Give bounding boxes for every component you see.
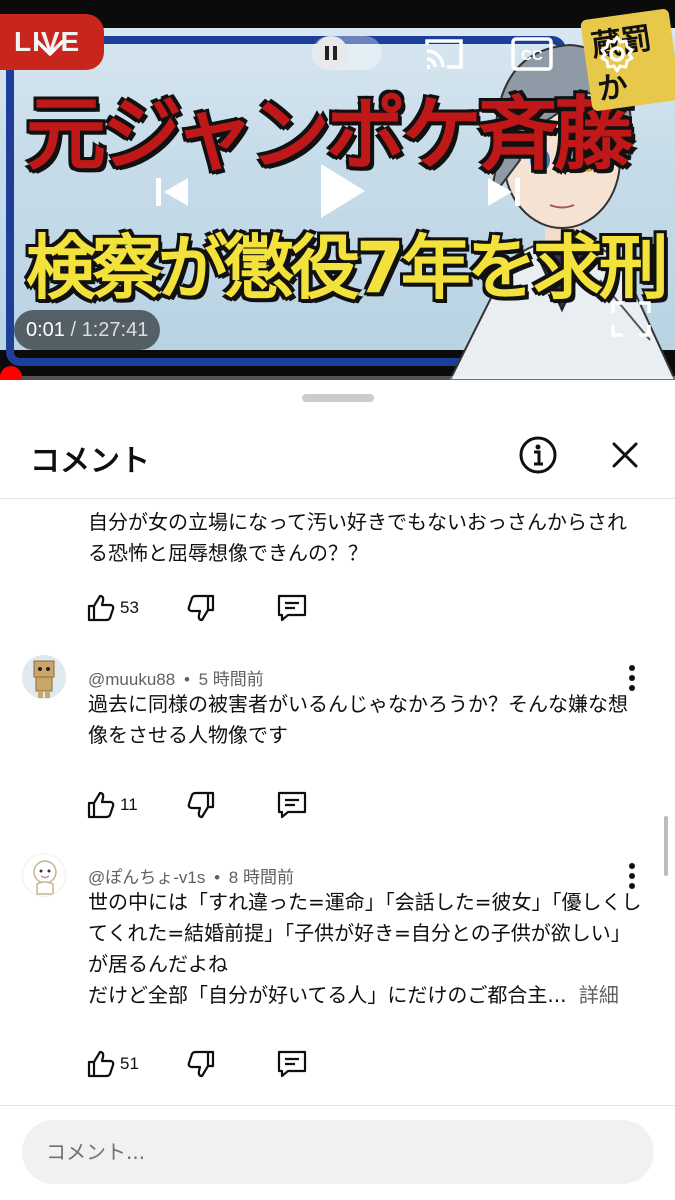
comment-text-line: てくれた=結婚前提」「子供が好き=自分との子供が欲しい」 [88, 921, 631, 945]
thumbs-down-icon [187, 1050, 215, 1078]
svg-text:CC: CC [521, 47, 543, 64]
reply-button[interactable] [276, 1049, 308, 1079]
read-more-link[interactable]: 詳細 [579, 983, 619, 1007]
comment-time: 8 時間前 [228, 868, 294, 887]
dislike-button[interactable] [186, 790, 216, 820]
captions-icon: CC [511, 37, 553, 71]
comment-actions: 11 [86, 790, 346, 824]
autoplay-toggle[interactable] [312, 36, 382, 70]
input-divider [0, 1105, 675, 1106]
pause-icon [325, 46, 337, 60]
danbo-avatar-icon [22, 655, 66, 699]
comment-meta: @muuku88 • 5 時間前 [88, 665, 264, 690]
comment-text-line-last: だけど全部「自分が好いてる人」にだけのご都合主... 詳細 [88, 980, 648, 1011]
monkey-avatar-icon [33, 860, 57, 895]
total-time: 1:27:41 [81, 318, 149, 341]
comment-text-line: 世の中には「すれ違った=運命」「会話した=彼女」「優しくし [88, 890, 642, 914]
current-time: 0:01 [26, 318, 65, 341]
settings-icon [600, 35, 634, 73]
like-button[interactable]: 53 [86, 593, 139, 623]
thumbs-up-icon [87, 791, 115, 819]
previous-icon [156, 178, 188, 206]
comment-author[interactable]: @ぽんちょ-v1s [88, 868, 205, 887]
settings-button[interactable] [595, 32, 639, 76]
comment-text-line: だけど全部「自分が好いてる人」にだけのご都合主... [88, 983, 567, 1007]
comment-input[interactable] [22, 1120, 654, 1184]
play-button[interactable] [310, 156, 374, 226]
chevron-down-icon [36, 40, 64, 56]
close-button[interactable] [604, 434, 646, 476]
time-display: 0:01 / 1:27:41 [14, 310, 161, 350]
cast-button[interactable] [422, 34, 466, 74]
comment-text: 世の中には「すれ違った=運命」「会話した=彼女」「優しくし てくれた=結婚前提」… [88, 887, 648, 1011]
comment-text: 自分が女の立場になって汚い好きでもないおっさんからされる恐怖と屈辱想像できんの？… [88, 510, 627, 565]
comments-list[interactable]: 自分が女の立場になって汚い好きでもないおっさんからされる恐怖と屈辱想像できんの？… [0, 499, 675, 1104]
comment-author[interactable]: @muuku88 [88, 670, 175, 689]
like-count: 11 [120, 795, 138, 814]
comment-actions: 53 [86, 593, 346, 627]
thumbs-up-icon [87, 1050, 115, 1078]
time-separator: / [64, 318, 82, 341]
comment-actions: 51 [86, 1049, 346, 1083]
comments-title: コメント [30, 444, 150, 479]
thumbs-down-icon [187, 791, 215, 819]
video-player[interactable]: 元ジャンポケ斉藤 検察が懲役7年を求刑 LIVE 蔵罰か CC 0:01 / 1… [0, 0, 675, 380]
like-button[interactable]: 51 [86, 1049, 139, 1079]
cast-icon [425, 39, 463, 69]
comment-text-line: が居るんだよね [88, 952, 228, 976]
minimize-button[interactable] [30, 28, 70, 68]
fullscreen-icon [611, 301, 651, 337]
dislike-button[interactable] [186, 593, 216, 623]
scrollbar[interactable] [664, 816, 668, 876]
like-count: 53 [120, 598, 139, 617]
play-icon [321, 164, 365, 218]
comment-text: 過去に同様の被害者がいるんじゃなかろうか？そんな嫌な想像をさせる人物像です [88, 692, 628, 747]
thumbs-down-icon [187, 594, 215, 622]
meta-dot: • [214, 868, 221, 887]
drag-handle[interactable] [302, 394, 374, 402]
thumbs-up-icon [87, 594, 115, 622]
previous-button[interactable] [148, 168, 196, 216]
next-button[interactable] [480, 168, 528, 216]
captions-button[interactable]: CC [510, 36, 554, 72]
reply-button[interactable] [276, 790, 308, 820]
comment-time: 5 時間前 [198, 670, 264, 689]
info-icon [519, 436, 557, 474]
comment-meta: @ぽんちょ-v1s • 8 時間前 [88, 863, 294, 888]
next-icon [488, 178, 520, 206]
reply-icon [277, 594, 307, 622]
comments-panel: コメント 自分が女の立場になって汚い好きでもないおっさんからされる恐怖と屈辱想像… [0, 380, 675, 1200]
progress-scrubber[interactable] [0, 366, 22, 380]
like-button[interactable]: 11 [86, 790, 138, 820]
reply-button[interactable] [276, 593, 308, 623]
avatar[interactable] [22, 853, 66, 897]
reply-icon [277, 1050, 307, 1078]
avatar[interactable] [22, 655, 66, 699]
close-icon [612, 442, 638, 468]
meta-dot: • [183, 670, 190, 689]
like-count: 51 [120, 1054, 139, 1073]
dislike-button[interactable] [186, 1049, 216, 1079]
fullscreen-button[interactable] [608, 296, 654, 342]
thumbnail-title-line2: 検察が懲役7年を求刑 [26, 227, 669, 309]
reply-icon [277, 791, 307, 819]
info-button[interactable] [515, 432, 561, 478]
